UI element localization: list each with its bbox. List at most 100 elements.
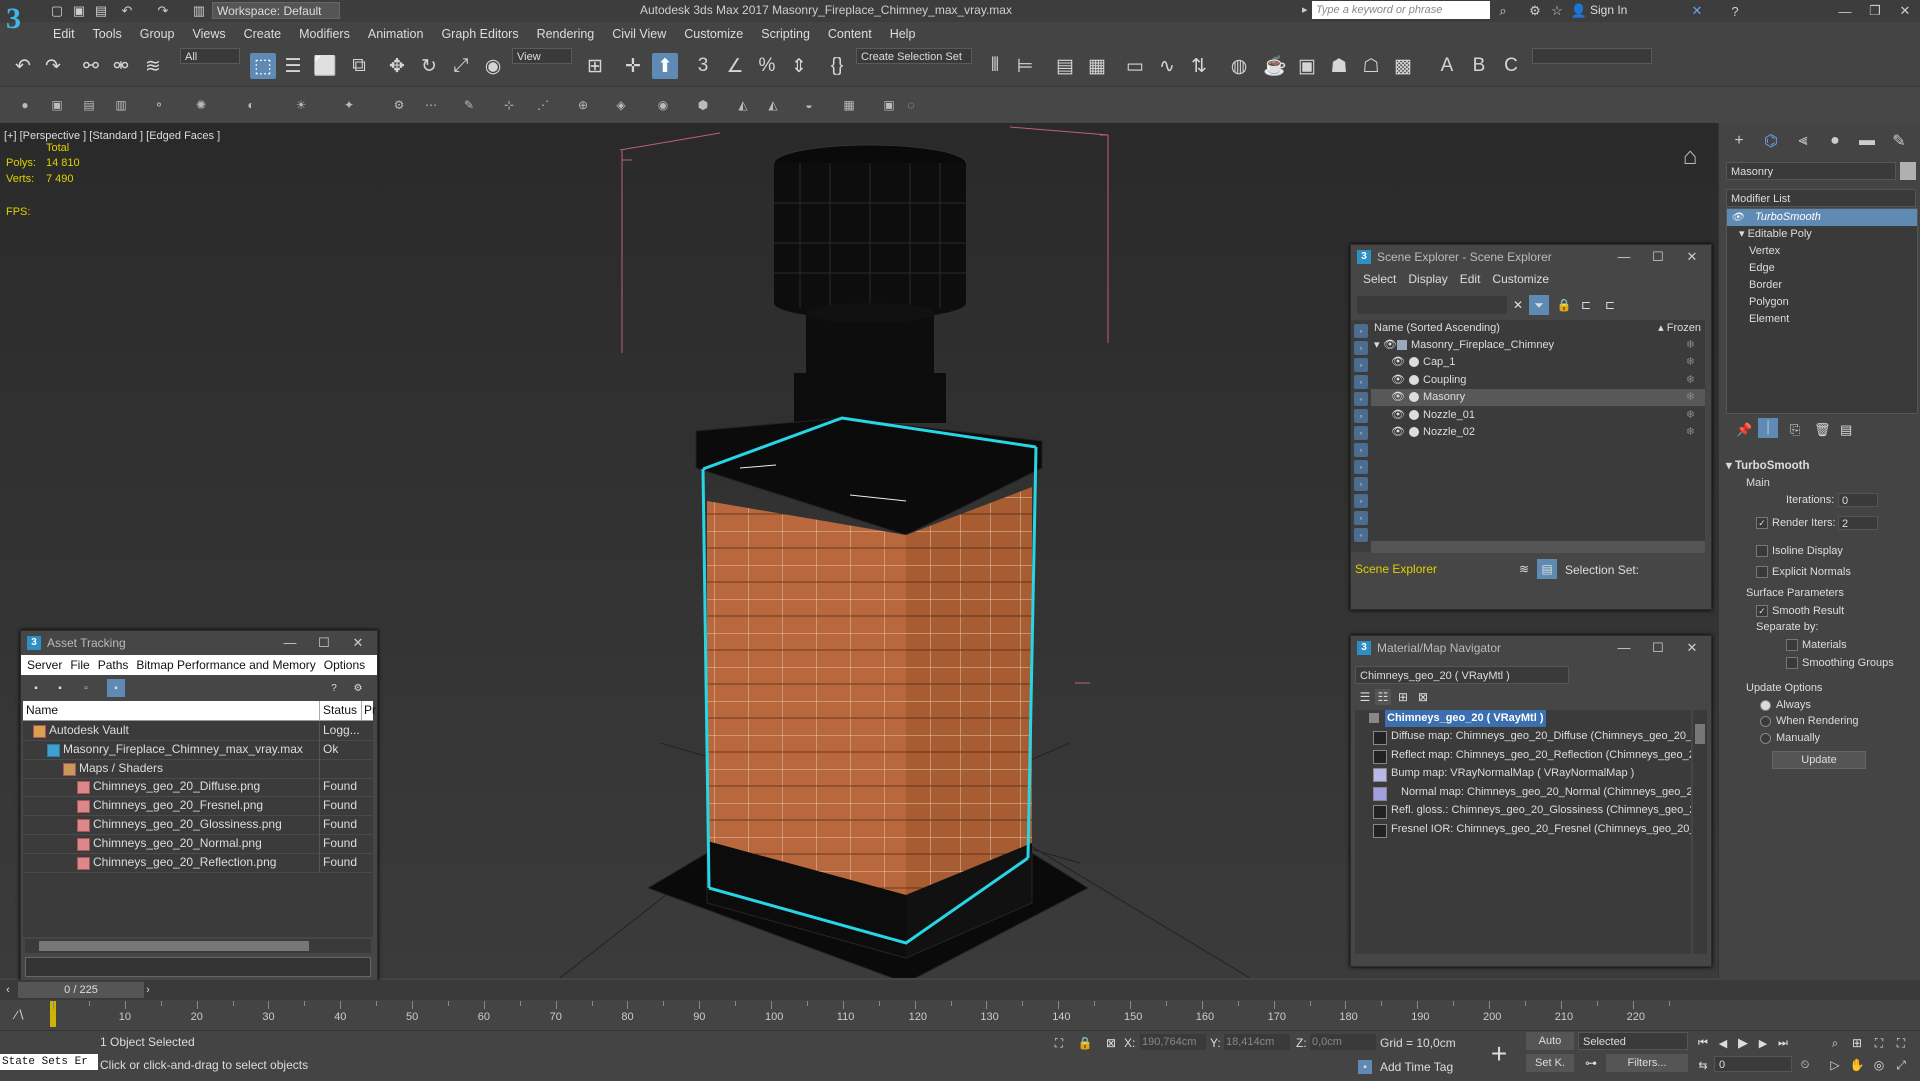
zoom-extents-icon[interactable]: ⛶ [1870,1034,1888,1052]
visibility-eye-icon[interactable]: 👁 [1391,354,1405,371]
asset-row[interactable]: Maps / Shaders [23,758,373,779]
angle-snap-icon[interactable]: ∠ [722,53,748,79]
hierarchy-icon[interactable]: ⊏ [1577,296,1595,314]
map-item[interactable]: Reflect map: Chimneys_geo_20_Reflection … [1355,747,1691,764]
vault-icon[interactable]: ▪ [29,681,43,695]
filter-lights-icon[interactable]: ◦ [1354,358,1368,372]
menu-content[interactable]: Content [819,24,881,44]
asset-tracking-menu-file[interactable]: File [66,655,93,675]
new-file-icon[interactable]: ▢ [48,2,66,20]
asset-row[interactable]: Autodesk Vault Logg... [23,721,373,741]
viewcube-home-icon[interactable]: ⌂ [1670,142,1710,172]
vray-mesh-export-icon[interactable]: ⊹ [500,96,518,114]
time-configuration-icon[interactable]: ⏲ [1796,1056,1814,1074]
modifier-stack-item-vertex[interactable]: Vertex [1727,243,1917,260]
binoculars-icon[interactable]: ⌕ [1494,2,1512,20]
filter-icon[interactable]: ⏷ [1529,295,1549,315]
auto-key-button[interactable]: Auto [1526,1032,1574,1050]
vray-fur-icon[interactable]: ● [16,96,34,114]
current-frame-field[interactable]: 0 [1714,1056,1792,1072]
expand-caret-icon[interactable]: ▾ [1739,228,1748,240]
undo-icon[interactable]: ↶ [118,2,136,20]
set-key-plus-icon[interactable]: + [1484,1034,1514,1074]
map-item[interactable]: Normal map: Chimneys_geo_20_Normal (Chim… [1355,784,1691,801]
x-coord-field[interactable]: 190,764cm [1140,1034,1206,1050]
app-logo-icon[interactable]: 3 [6,2,40,42]
rect-selection-icon[interactable]: ⬜ [312,53,338,79]
vray-sun-icon[interactable]: ✺ [192,96,210,114]
maximize-viewport-icon[interactable]: ⤢ [1892,1056,1910,1074]
name-column-header[interactable]: Name [26,701,58,720]
filter-cameras-icon[interactable]: ◦ [1354,375,1368,389]
go-to-start-icon[interactable]: ⏮ [1694,1034,1712,1052]
vray-sphere-icon[interactable]: ▥ [112,96,130,114]
filter-hidden-icon[interactable]: ◦ [1354,511,1368,525]
asset-row[interactable]: Chimneys_geo_20_Normal.png Found [23,833,373,854]
menu-create[interactable]: Create [235,24,291,44]
user-icon[interactable]: 👤 [1570,2,1588,20]
key-mode-toggle-icon[interactable]: ⇆ [1694,1056,1712,1074]
vray-dome-icon[interactable]: ◐ [242,96,260,114]
freeze-icon[interactable]: ❄ [1686,372,1695,389]
layers-icon[interactable]: ≋ [1515,560,1533,578]
filter-frozen-icon[interactable]: ◦ [1354,494,1368,508]
modifier-stack-item-turbosmooth[interactable]: 👁 TurboSmooth [1727,209,1917,226]
visibility-eye-icon[interactable]: 👁 [1391,407,1405,424]
table-view-icon[interactable]: ▪ [107,679,125,697]
freeze-icon[interactable]: ❄ [1686,337,1695,354]
select-object-icon[interactable]: ⬚ [250,53,276,79]
asset-row[interactable]: Chimneys_geo_20_Diffuse.png Found [23,777,373,798]
filter-shapes-icon[interactable]: ◦ [1354,341,1368,355]
iterations-spinner[interactable]: 0 [1838,493,1878,507]
vray-displacement-icon[interactable]: ⋰ [534,96,552,114]
absolute-mode-icon[interactable]: ⊠ [1102,1034,1120,1052]
toggle-scene-explorer-icon[interactable]: ▤ [1052,53,1078,79]
scene-node-nozzle_02[interactable]: 👁 Nozzle_02 ❄ [1371,424,1705,441]
object-name-field[interactable]: Masonry [1726,162,1896,180]
status-column-header[interactable]: Status [319,701,357,720]
maxscript-listener-field[interactable]: State Sets Er [0,1054,98,1070]
scene-explorer-menu-select[interactable]: Select [1357,269,1402,291]
scene-explorer-menu-customize[interactable]: Customize [1486,269,1555,291]
visibility-eye-icon[interactable]: 👁 [1391,389,1405,406]
project-icon[interactable]: ▥ [190,2,208,20]
map-item[interactable]: Fresnel IOR: Chimneys_geo_20_Fresnel (Ch… [1355,821,1691,838]
visibility-eye-icon[interactable]: 👁 [1391,424,1405,441]
percent-snap-icon[interactable]: % [754,53,780,79]
vray-a-icon[interactable]: A [1434,53,1460,79]
filter-geometry-icon[interactable]: ◦ [1354,324,1368,338]
maximize-icon[interactable]: ☐ [307,631,341,655]
view-list-icon[interactable]: ☰ [1357,689,1373,705]
smoothing-groups-checkbox[interactable] [1786,657,1798,670]
vray-camera-icon[interactable]: ✦ [340,96,358,114]
asset-row[interactable]: Chimneys_geo_20_Reflection.png Found [23,852,373,873]
scene-node-coupling[interactable]: 👁 Coupling ❄ [1371,372,1705,389]
zoom-extents-all-icon[interactable]: ⛶ [1892,1034,1910,1052]
workspace-dropdown[interactable]: Workspace: Default [212,2,340,19]
isolate-selection-icon[interactable]: ⛶ [1050,1034,1068,1052]
scene-tree-root[interactable]: ▾ 👁 Masonry_Fireplace_Chimney ❄ [1371,337,1705,354]
freeze-icon[interactable]: ❄ [1686,424,1695,441]
scene-explorer-titlebar[interactable]: 3 Scene Explorer - Scene Explorer — ☐ ✕ [1351,245,1711,269]
modifier-stack-item-editable-poly[interactable]: ▾ Editable Poly [1727,226,1917,243]
redo-icon[interactable]: ↷ [154,2,172,20]
rotate-icon[interactable]: ↻ [416,53,442,79]
asset-path-field[interactable] [25,957,371,977]
create-tab-icon[interactable]: + [1728,130,1750,152]
selection-lock-icon[interactable]: 🔒 [1076,1034,1094,1052]
vray-plane-icon[interactable]: ▤ [80,96,98,114]
field-of-view-icon[interactable]: ▷ [1826,1056,1844,1074]
orbit-icon[interactable]: ◎ [1870,1056,1888,1074]
time-tag-icon[interactable]: ▪ [1358,1060,1372,1074]
next-frame-icon[interactable]: ▶ [1754,1034,1772,1052]
vray-material-icon[interactable]: ◈ [612,96,630,114]
time-slider[interactable]: ‹ 0 / 225 › [0,980,1920,1000]
view-small-icons-icon[interactable]: ⊞ [1395,689,1411,705]
vray-proxy-icon[interactable]: ▣ [48,96,66,114]
expand-caret-icon[interactable]: ▾ [1374,337,1380,354]
scroll-thumb[interactable] [39,941,309,951]
search-expand-icon[interactable]: ▸ [1302,3,1308,16]
vray-info-icon[interactable]: ◌ [902,96,920,114]
select-by-name-icon[interactable]: ☰ [280,53,306,79]
minimize-icon[interactable]: — [1607,636,1641,660]
